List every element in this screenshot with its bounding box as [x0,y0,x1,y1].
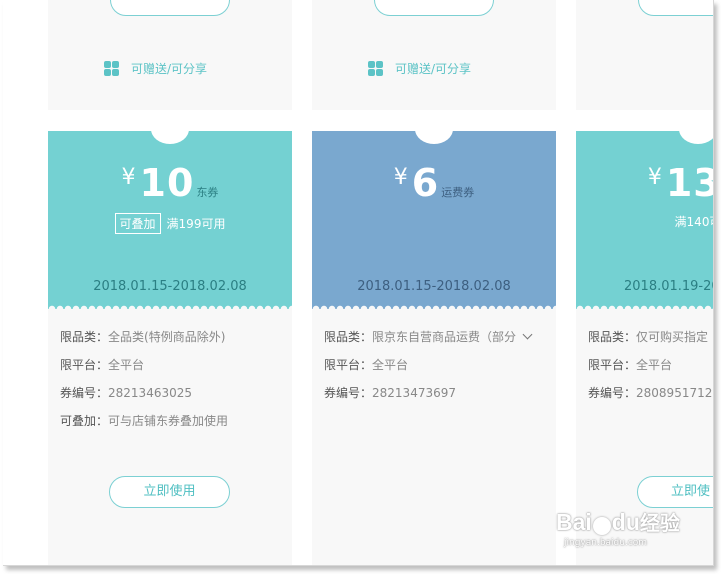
watermark-jingyan: 经验 [639,513,680,535]
currency-symbol: ¥ [393,165,408,190]
top-card-2-button[interactable] [374,0,494,16]
coupon-info: 限品类：全品类(特例商品除外) 限平台：全平台 券编号：28213463025 … [60,327,228,439]
condition-text: 满140可 [674,215,713,229]
info-value: 限京东自营商品运费（部分 [372,330,517,344]
info-value: 全品类(特例商品除外) [108,330,226,344]
info-row: 券编号：28213463025 [60,383,228,411]
validity-date: 2018.01.15-2018.02.08 [93,279,247,294]
watermark-brand-suffix: du [611,509,640,535]
info-row: 限平台：全平台 [60,355,228,383]
watermark-url: jingyan.baidu.com [564,538,648,548]
coupon-condition: 可叠加 满199可用 [48,213,292,234]
info-label: 券编号： [324,386,373,400]
coupon-card-1: ¥10 东券 可叠加 满199可用 2018.01.15-2018.02.08 限品… [48,131,292,565]
info-value: 28213473697 [372,386,456,400]
info-value: 28089517125 [636,386,714,400]
perforation [576,303,713,309]
top-card-2: 可赠送/可分享 [312,0,556,110]
amount-unit: 东券 [196,186,219,199]
amount-value: 10 [139,161,195,205]
watermark-brand: Bai [556,509,592,535]
info-value: 全平台 [636,358,673,372]
use-now-button[interactable]: 立即使用 [109,476,230,508]
info-row: 限平台：全平台 [588,355,713,383]
coupon-info: 限品类：限京东自营商品运费（部分 限平台：全平台 券编号：28213473697 [324,327,533,411]
coupon-amount: ¥130 [576,161,713,205]
app-frame: 可赠送/可分享 可赠送/可分享 ¥10 东券 可叠加 满199可用 2018.01.… [3,0,714,566]
grid-icon [104,61,119,76]
grid-icon [368,61,383,76]
coupon-info: 限品类：仅可购买指定 限平台：全平台 券编号：28089517125 [588,327,714,411]
info-label: 券编号： [588,386,637,400]
coupon-head: ¥130 满140可 2018.01.19-20 [576,131,714,309]
condition-text: 满199可用 [166,217,226,231]
info-row: 限品类：仅可购买指定 [588,327,713,355]
chevron-down-icon[interactable] [522,329,533,340]
ticket-notch [415,131,453,144]
ticket-notch [679,131,713,144]
info-value: 可与店铺东券叠加使用 [108,414,229,428]
top-card-1: 可赠送/可分享 [48,0,292,110]
info-value: 全平台 [108,358,145,372]
info-label: 限平台： [324,358,373,372]
perforation [312,303,556,309]
info-label: 限平台： [60,358,109,372]
amount-unit: 运费券 [441,186,475,199]
info-row[interactable]: 限品类：限京东自营商品运费（部分 [324,327,533,355]
validity-date: 2018.01.15-2018.02.08 [357,279,511,294]
share-row-1[interactable]: 可赠送/可分享 [104,60,207,77]
coupon-head: ¥6 运费券 2018.01.15-2018.02.08 [312,131,556,309]
info-value: 28213463025 [108,386,192,400]
baidu-watermark: Bai du经验 jingyan.baidu.com [556,507,680,548]
info-row: 可叠加：可与店铺东券叠加使用 [60,411,228,439]
currency-symbol: ¥ [647,165,662,190]
info-label: 限平台： [588,358,637,372]
share-row-2[interactable]: 可赠送/可分享 [368,60,471,77]
info-label: 券编号： [60,386,109,400]
info-label: 可叠加： [60,414,109,428]
use-now-button[interactable]: 立即使 [637,476,713,508]
info-row: 限平台：全平台 [324,355,531,383]
amount-value: 6 [411,161,440,205]
top-card-3 [576,0,713,110]
left-gutter [3,0,19,565]
ticket-notch [151,131,189,144]
top-card-3-button[interactable] [638,0,713,16]
info-row: 券编号：28213473697 [324,383,531,411]
share-label: 可赠送/可分享 [131,62,208,76]
coupon-condition: 满140可 [576,213,713,230]
validity-date: 2018.01.19-20 [624,279,714,294]
coupon-card-2: ¥6 运费券 2018.01.15-2018.02.08 限品类：限京东自营商品运… [312,131,556,565]
share-label: 可赠送/可分享 [395,62,472,76]
info-label: 限品类： [60,330,109,344]
coupon-amount: ¥10 东券 [48,161,292,205]
coupon-amount: ¥6 运费券 [312,161,556,205]
amount-value: 130 [665,161,713,205]
paw-logo-icon [592,516,611,535]
coupon-head: ¥10 东券 可叠加 满199可用 2018.01.15-2018.02.08 [48,131,292,309]
info-row: 限品类：全品类(特例商品除外) [60,327,228,355]
top-card-1-button[interactable] [110,0,230,16]
currency-symbol: ¥ [121,165,136,190]
perforation [48,303,292,309]
info-row: 券编号：28089517125 [588,383,714,411]
info-value: 全平台 [372,358,409,372]
stackable-tag: 可叠加 [114,213,161,234]
info-label: 限品类： [324,330,373,344]
info-value: 仅可购买指定 [636,330,709,344]
coupon-card-3: ¥130 满140可 2018.01.19-20 限品类：仅可购买指定 限平台：… [576,131,714,565]
info-label: 限品类： [588,330,637,344]
